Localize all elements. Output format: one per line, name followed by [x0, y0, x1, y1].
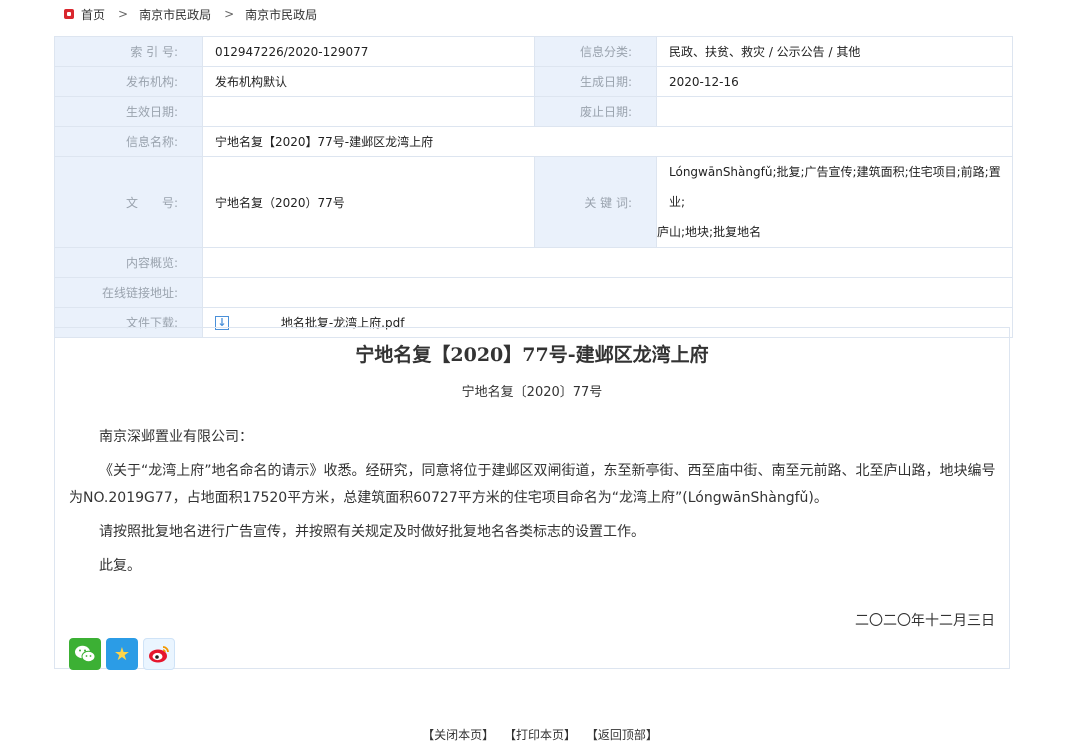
article-closing: 此复。: [99, 558, 141, 574]
category-value: 民政、扶贫、救灾 / 公示公告 / 其他: [656, 36, 1013, 67]
page-footer: 【关闭本页】 【打印本页】 【返回顶部】: [0, 726, 1080, 743]
meta-row-index: 索 引 号: 012947226/2020-129077 信息分类: 民政、扶贫…: [54, 36, 1013, 67]
keywords-label: 关 键 词:: [534, 156, 657, 248]
article-salutation: 南京深邺置业有限公司：: [99, 429, 253, 445]
online-link-label: 在线链接地址:: [54, 277, 203, 308]
doc-number-value: 宁地名复（2020）77号: [202, 156, 535, 248]
weibo-icon[interactable]: [143, 638, 175, 670]
breadcrumb-separator-icon: >: [118, 7, 129, 21]
meta-row-docno: 文 号: 宁地名复（2020）77号 关 键 词: LóngwānShàngfǔ…: [54, 156, 1013, 248]
qzone-icon[interactable]: ★: [106, 638, 138, 670]
index-label: 索 引 号:: [54, 36, 203, 67]
effective-date-value: [202, 96, 535, 127]
keywords-line-1: LóngwānShàngfǔ;批复;广告宣传;建筑面积;住宅项目;前路;置业;: [669, 165, 1001, 209]
article-title: 宁地名复【2020】77号-建邺区龙湾上府: [355, 344, 709, 366]
article-body: 南京深邺置业有限公司： 《关于“龙湾上府”地名命名的请示》收悉。经研究，同意将位…: [69, 424, 999, 580]
article-panel: 宁地名复【2020】77号-建邺区龙湾上府 宁地名复〔2020〕77号 南京深邺…: [54, 327, 1010, 670]
wechat-glyph: [75, 645, 96, 663]
info-name-value: 宁地名复【2020】77号-建邺区龙湾上府: [202, 126, 1013, 157]
keywords-value: LóngwānShàngfǔ;批复;广告宣传;建筑面积;住宅项目;前路;置业; …: [656, 156, 1013, 248]
summary-value: [202, 247, 1013, 278]
breadcrumb-separator-icon: >: [224, 7, 235, 21]
breadcrumb-link-bureau[interactable]: 南京市民政局: [139, 6, 211, 23]
weibo-glyph: [149, 646, 169, 663]
article-doc-number: 宁地名复〔2020〕77号: [461, 385, 603, 400]
publisher-label: 发布机构:: [54, 66, 203, 97]
index-value: 012947226/2020-129077: [202, 36, 535, 67]
close-page-link[interactable]: 【关闭本页】: [422, 728, 494, 742]
breadcrumb: 首页 > 南京市民政局 > 南京市民政局: [64, 4, 317, 24]
meta-row-name: 信息名称: 宁地名复【2020】77号-建邺区龙湾上府: [54, 126, 1013, 157]
breadcrumb-link-bureau-current[interactable]: 南京市民政局: [245, 6, 317, 23]
meta-row-link: 在线链接地址:: [54, 277, 1013, 308]
expired-date-label: 废止日期:: [534, 96, 657, 127]
back-to-top-link[interactable]: 【返回顶部】: [586, 728, 658, 742]
summary-label: 内容概览:: [54, 247, 203, 278]
print-page-link[interactable]: 【打印本页】: [504, 728, 576, 742]
breadcrumb-home-link[interactable]: 首页: [81, 6, 105, 23]
created-date-label: 生成日期:: [534, 66, 657, 97]
meta-row-publisher: 发布机构: 发布机构默认 生成日期: 2020-12-16: [54, 66, 1013, 97]
category-label: 信息分类:: [534, 36, 657, 67]
article-paragraph-2: 请按照批复地名进行广告宣传，并按照有关规定及时做好批复地名各类标志的设置工作。: [99, 524, 645, 540]
article-date: 二〇二〇年十二月三日: [855, 613, 995, 629]
created-date-value: 2020-12-16: [656, 66, 1013, 97]
expired-date-value: [656, 96, 1013, 127]
article-paragraph-1: 《关于“龙湾上府”地名命名的请示》收悉。经研究，同意将位于建邺区双闸街道，东至新…: [69, 463, 996, 506]
keywords-line-2: 庐山;地块;批复地名: [657, 225, 762, 239]
info-metadata-table: 索 引 号: 012947226/2020-129077 信息分类: 民政、扶贫…: [54, 36, 1013, 338]
info-name-label: 信息名称:: [54, 126, 203, 157]
publisher-value: 发布机构默认: [202, 66, 535, 97]
effective-date-label: 生效日期:: [54, 96, 203, 127]
doc-number-label: 文 号:: [54, 156, 203, 248]
share-bar: ★: [69, 638, 175, 670]
home-icon: [64, 9, 74, 19]
meta-row-effective: 生效日期: 废止日期:: [54, 96, 1013, 127]
wechat-icon[interactable]: [69, 638, 101, 670]
meta-row-summary: 内容概览:: [54, 247, 1013, 278]
online-link-value: [202, 277, 1013, 308]
